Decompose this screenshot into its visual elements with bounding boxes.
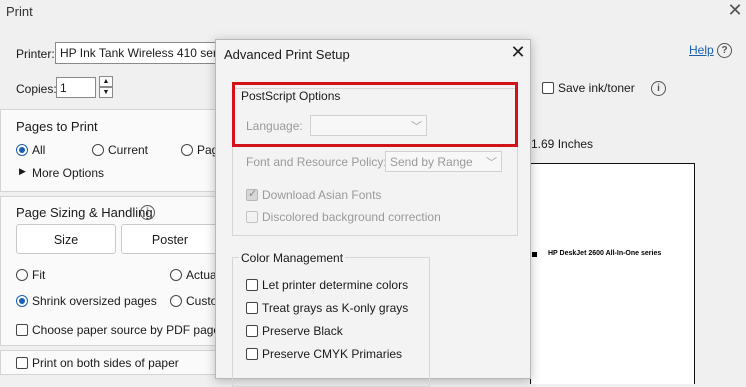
- treat-grays-label: Treat grays as K-only grays: [262, 301, 409, 315]
- dialog-close-icon[interactable]: ✕: [509, 42, 527, 63]
- radio-fit[interactable]: [16, 268, 28, 282]
- both-sides-checkbox[interactable]: [16, 356, 28, 370]
- choose-source-label: Choose paper source by PDF page siz: [32, 323, 217, 337]
- preview-page: [530, 163, 695, 384]
- save-ink-label: Save ink/toner: [558, 81, 635, 95]
- printer-value: HP Ink Tank Wireless 410 series: [60, 46, 220, 60]
- expand-triangle-icon[interactable]: ▶: [19, 166, 26, 177]
- let-printer-determine-label: Let printer determine colors: [262, 278, 409, 292]
- copies-label: Copies:: [16, 82, 57, 96]
- font-policy-select[interactable]: Send by Range ﹀: [385, 151, 502, 172]
- color-management-group: [232, 257, 430, 387]
- save-ink-checkbox[interactable]: [542, 81, 554, 95]
- preserve-cmyk-label: Preserve CMYK Primaries: [262, 347, 403, 361]
- help-link[interactable]: Help: [689, 43, 714, 57]
- chevron-down-icon: ﹀: [486, 157, 497, 169]
- radio-custom-label: Custo: [186, 294, 218, 308]
- choose-source-checkbox[interactable]: [16, 323, 28, 337]
- radio-shrink[interactable]: [16, 294, 28, 308]
- radio-current[interactable]: [92, 143, 104, 157]
- close-icon[interactable]: ✕: [725, 0, 745, 21]
- preserve-black-label: Preserve Black: [262, 324, 343, 338]
- radio-pages[interactable]: [181, 143, 193, 157]
- preserve-black-checkbox[interactable]: [246, 324, 258, 338]
- copies-up-icon[interactable]: ▲: [99, 76, 113, 87]
- radio-all[interactable]: [16, 143, 28, 157]
- more-options-link[interactable]: More Options: [32, 166, 104, 180]
- size-button[interactable]: Size: [16, 224, 116, 254]
- help-icon[interactable]: ?: [717, 42, 732, 58]
- discolored-bg-checkbox[interactable]: [246, 210, 258, 224]
- color-management-title: Color Management: [239, 251, 346, 265]
- download-asian-fonts-label: Download Asian Fonts: [262, 188, 382, 202]
- radio-current-label: Current: [108, 143, 149, 157]
- dialog-title: Advanced Print Setup: [224, 47, 350, 62]
- both-sides-label: Print on both sides of paper: [32, 356, 179, 370]
- download-asian-fonts-checkbox[interactable]: [246, 187, 258, 202]
- pages-to-print-title: Pages to Print: [16, 119, 98, 134]
- printer-select[interactable]: HP Ink Tank Wireless 410 series: [55, 42, 220, 64]
- let-printer-determine-checkbox[interactable]: [246, 278, 258, 292]
- treat-grays-checkbox[interactable]: [246, 301, 258, 315]
- highlight-box: [232, 82, 518, 147]
- preview-size-text: 1.69 Inches: [531, 137, 594, 151]
- window-title: Print: [6, 4, 33, 19]
- copies-down-icon[interactable]: ▼: [99, 87, 113, 98]
- page-sizing-title: Page Sizing & Handling: [16, 205, 153, 220]
- font-policy-label: Font and Resource Policy:: [246, 155, 387, 169]
- radio-custom[interactable]: [170, 294, 182, 308]
- preview-doc-text: HP DeskJet 2600 All-In-One series: [548, 250, 662, 257]
- radio-actual[interactable]: [170, 268, 182, 282]
- radio-all-label: All: [32, 143, 46, 157]
- font-policy-value: Send by Range: [390, 155, 473, 169]
- discolored-bg-label: Discolored background correction: [262, 210, 441, 224]
- title-bar: Print ✕: [0, 0, 746, 26]
- page-sizing-info-icon[interactable]: i: [140, 204, 155, 220]
- poster-button[interactable]: Poster: [121, 224, 219, 254]
- preserve-cmyk-checkbox[interactable]: [246, 347, 258, 361]
- radio-fit-label: Fit: [32, 268, 46, 282]
- printer-label: Printer:: [16, 47, 55, 61]
- copies-input[interactable]: 1: [56, 77, 96, 98]
- radio-shrink-label: Shrink oversized pages: [32, 294, 157, 308]
- copies-value: 1: [60, 81, 67, 95]
- preview-bullet: [532, 252, 537, 257]
- info-icon[interactable]: i: [651, 80, 666, 96]
